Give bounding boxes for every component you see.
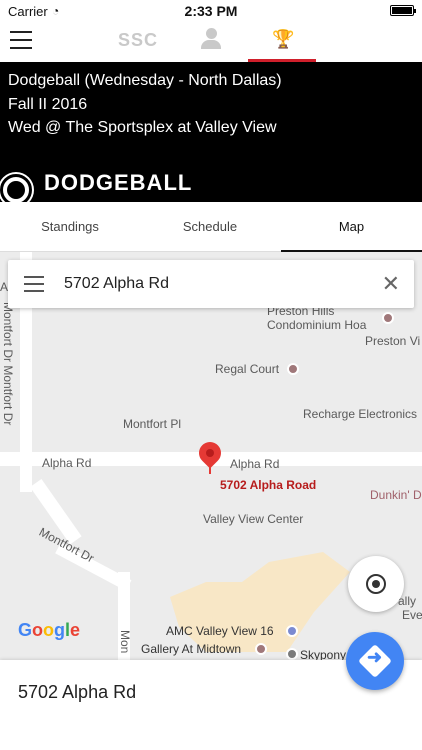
menu-icon[interactable] bbox=[10, 31, 32, 49]
venue-label: Wed @ The Sportsplex at Valley View bbox=[8, 119, 277, 136]
map-pin-icon[interactable] bbox=[194, 437, 226, 476]
my-location-button[interactable] bbox=[348, 556, 404, 612]
map-label-eve: Eve bbox=[402, 608, 422, 622]
map-search-bar[interactable]: 5702 Alpha Rd ✕ bbox=[8, 260, 414, 308]
trophy-icon: 🏆 bbox=[272, 29, 295, 49]
map-label-condominium: Condominium Hoa bbox=[267, 318, 367, 332]
status-bar: Carrier ◔ 2:33 PM bbox=[0, 0, 422, 22]
search-menu-icon[interactable] bbox=[24, 276, 44, 292]
amc-poi-icon bbox=[286, 625, 298, 637]
season-label: Fall II 2016 bbox=[8, 96, 88, 113]
directions-button[interactable]: ➜ bbox=[346, 632, 404, 690]
tab-schedule[interactable]: Schedule bbox=[140, 202, 280, 252]
clock-label: 2:33 PM bbox=[184, 3, 238, 19]
map-label-mon-vertical: Mon bbox=[118, 630, 132, 654]
google-logo: Google bbox=[18, 620, 81, 640]
trophy-tab[interactable]: 🏆 bbox=[248, 22, 316, 62]
map-label-alpha-left: Alpha Rd bbox=[42, 456, 92, 470]
address-label: 5702 Alpha Rd bbox=[18, 682, 137, 702]
battery-icon bbox=[390, 5, 416, 16]
map-label-preston-vi: Preston Vi bbox=[365, 334, 421, 348]
tab-map[interactable]: Map bbox=[281, 202, 422, 253]
crosshair-icon bbox=[366, 574, 386, 594]
ssc-logo[interactable]: SSC bbox=[118, 30, 158, 51]
map-label-dunkin: Dunkin' D bbox=[370, 488, 422, 502]
top-nav: SSC 🏆 bbox=[0, 22, 422, 62]
map-label-regal: Regal Court bbox=[215, 362, 280, 376]
search-input[interactable]: 5702 Alpha Rd bbox=[64, 275, 169, 293]
map-label-pin: 5702 Alpha Road bbox=[220, 478, 317, 492]
map-label-skypony: Skypony bbox=[300, 648, 347, 660]
sport-brand: DODGEBALL bbox=[44, 170, 193, 195]
map-view[interactable]: Preston Hills Condominium Hoa Preston Vi… bbox=[0, 252, 422, 660]
map-label-alpha-right: Alpha Rd bbox=[230, 457, 280, 471]
regal-poi-icon bbox=[287, 363, 299, 375]
tab-map-label: Map bbox=[338, 219, 365, 234]
league-header: Dodgeball (Wednesday - North Dallas) Fal… bbox=[0, 62, 422, 206]
map-label-amc: AMC Valley View 16 bbox=[166, 624, 274, 638]
clear-search-icon[interactable]: ✕ bbox=[382, 271, 400, 297]
league-title: Dodgeball (Wednesday - North Dallas) bbox=[8, 72, 282, 89]
skypony-poi-icon bbox=[286, 648, 298, 660]
gallery-poi-icon bbox=[255, 643, 267, 655]
map-label-montfort-pl: Montfort Pl bbox=[123, 417, 182, 431]
map-label-recharge: Recharge Electronics bbox=[303, 407, 418, 421]
condominium-poi-icon bbox=[382, 312, 394, 324]
map-label-montfort-vertical: Montfort Dr Montfort Dr bbox=[1, 302, 15, 426]
map-label-valley-view: Valley View Center bbox=[203, 512, 304, 526]
tab-standings[interactable]: Standings bbox=[0, 202, 140, 252]
tab-bar: Standings Schedule Map bbox=[0, 202, 422, 253]
user-icon[interactable] bbox=[201, 28, 221, 50]
map-label-gallery: Gallery At Midtown bbox=[141, 642, 242, 656]
